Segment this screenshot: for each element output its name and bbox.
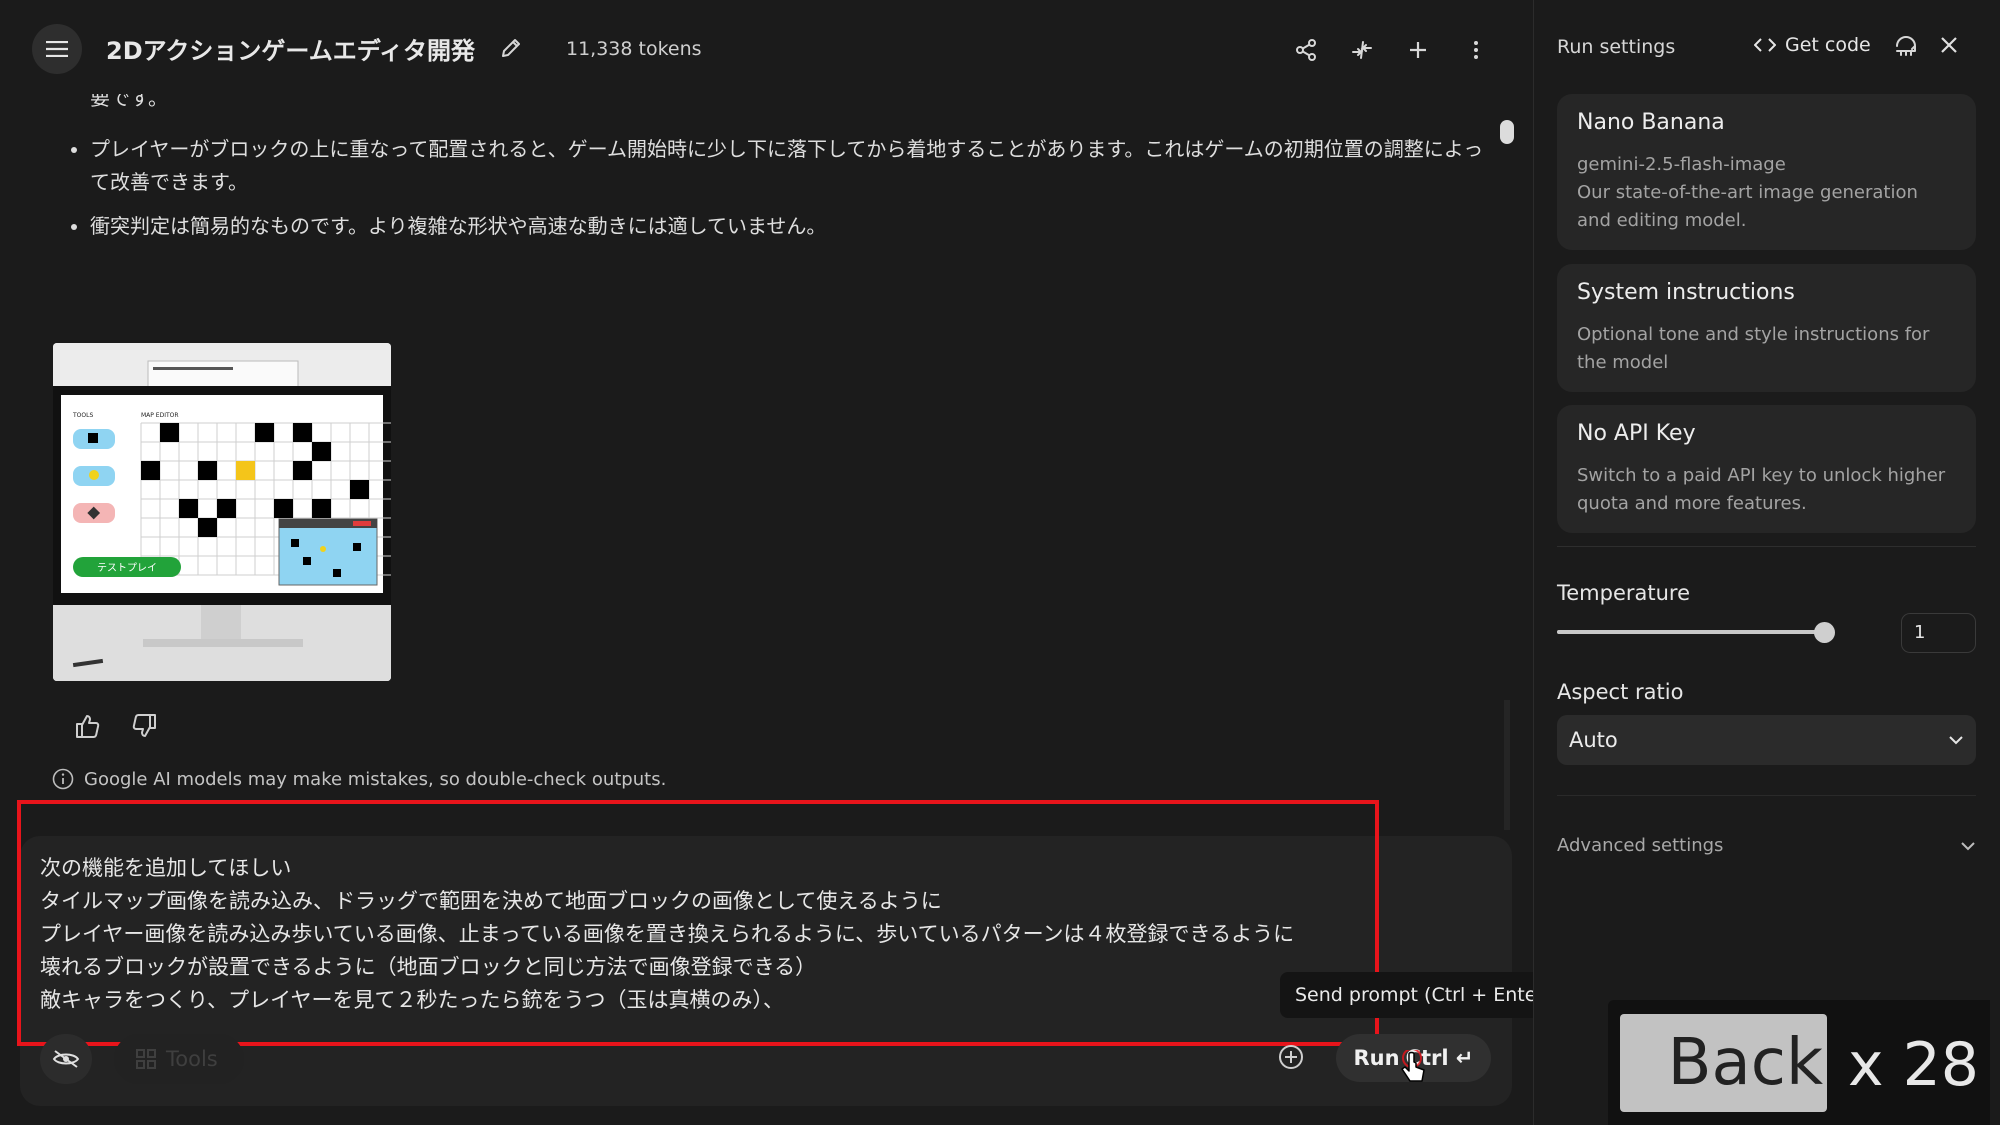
response-bullet-list: プレイヤーがブロックの上に重なって配置されると、ゲーム開始時に少し下に落下してか… <box>62 133 1500 254</box>
model-name: Nano Banana <box>1577 110 1725 135</box>
new-chat-icon[interactable] <box>1400 32 1436 68</box>
aspect-ratio-select[interactable]: Auto <box>1557 715 1976 765</box>
api-key-description: Switch to a paid API key to unlock highe… <box>1577 465 1946 514</box>
advanced-settings-label: Advanced settings <box>1557 835 1724 856</box>
disclaimer: Google AI models may make mistakes, so d… <box>52 768 666 790</box>
temperature-slider-fill <box>1557 630 1825 634</box>
system-instructions-description: Optional tone and style instructions for… <box>1577 324 1930 373</box>
add-media-icon[interactable] <box>1278 1044 1304 1070</box>
generated-image[interactable]: TOOLS MAP EDITOR テストプレイ <box>53 343 391 681</box>
thumbs-up-icon[interactable] <box>74 712 102 740</box>
response-bullet: プレイヤーがブロックの上に重なって配置されると、ゲーム開始時に少し下に落下してか… <box>90 133 1500 199</box>
divider <box>1557 546 1976 547</box>
menu-button[interactable] <box>32 24 82 74</box>
edit-title-icon[interactable] <box>500 37 522 59</box>
close-icon[interactable] <box>1938 34 1960 56</box>
thumbs-down-icon[interactable] <box>130 712 158 740</box>
image-testplay-label: テストプレイ <box>97 562 157 574</box>
hamburger-icon <box>46 41 68 57</box>
temperature-input[interactable]: 1 <box>1901 613 1976 653</box>
share-icon[interactable] <box>1288 32 1324 68</box>
grid-icon <box>136 1049 156 1069</box>
response-bullet: 衝突判定は簡易的なものです。より複雑な形状や高速な動きには適していません。 <box>90 210 1500 243</box>
chevron-down-icon <box>1949 736 1963 745</box>
page-title: 2Dアクションゲームエディタ開発 <box>106 37 476 65</box>
chat-scrollbar-track <box>1504 700 1510 830</box>
chevron-down-icon <box>1961 841 1975 850</box>
image-tools-label: TOOLS <box>72 412 93 419</box>
api-key-title: No API Key <box>1577 421 1696 446</box>
model-description: Our state-of-the-art image generation an… <box>1577 182 1918 231</box>
model-selector-card[interactable]: Nano Banana gemini-2.5-flash-image Our s… <box>1557 94 1976 250</box>
run-label: Run <box>1353 1046 1400 1070</box>
send-prompt-tooltip: Send prompt (Ctrl + Enter) <box>1280 972 1567 1018</box>
tools-toggle-button[interactable] <box>40 1034 92 1084</box>
response-cut-text: 要です。 <box>90 94 168 110</box>
temperature-label: Temperature <box>1557 581 1691 605</box>
compare-mode-icon[interactable] <box>1893 33 1919 59</box>
token-count: 11,338 tokens <box>566 38 702 60</box>
model-id: gemini-2.5-flash-image <box>1577 154 1786 175</box>
disclaimer-text: Google AI models may make mistakes, so d… <box>84 768 667 790</box>
tools-label: Tools <box>166 1047 218 1071</box>
annotation-highlight-box <box>17 800 1379 1046</box>
system-instructions-card[interactable]: System instructions Optional tone and st… <box>1557 264 1976 392</box>
more-options-icon[interactable] <box>1458 32 1494 68</box>
key-repeat-count: x 28 <box>1848 1030 1979 1100</box>
run-settings-title: Run settings <box>1557 36 1676 58</box>
info-icon <box>52 768 74 790</box>
tools-off-icon <box>52 1050 80 1068</box>
aspect-ratio-label: Aspect ratio <box>1557 680 1684 704</box>
aspect-ratio-value: Auto <box>1569 728 1618 752</box>
compare-arrows-icon[interactable] <box>1344 32 1380 68</box>
get-code-label: Get code <box>1785 34 1871 56</box>
api-key-card[interactable]: No API Key Switch to a paid API key to u… <box>1557 405 1976 533</box>
code-icon <box>1754 38 1776 52</box>
system-instructions-title: System instructions <box>1577 280 1795 305</box>
temperature-slider-thumb[interactable] <box>1814 622 1835 643</box>
image-map-editor-label: MAP EDITOR <box>141 412 179 419</box>
tools-button[interactable]: Tools <box>114 1034 244 1084</box>
get-code-button[interactable]: Get code <box>1754 34 1871 56</box>
advanced-settings-toggle[interactable]: Advanced settings <box>1557 835 1976 856</box>
back-key-indicator: Back <box>1620 1014 1827 1112</box>
divider <box>1557 795 1976 796</box>
chat-scrollbar-thumb[interactable] <box>1500 120 1514 144</box>
pointer-cursor-icon <box>1398 1050 1428 1086</box>
